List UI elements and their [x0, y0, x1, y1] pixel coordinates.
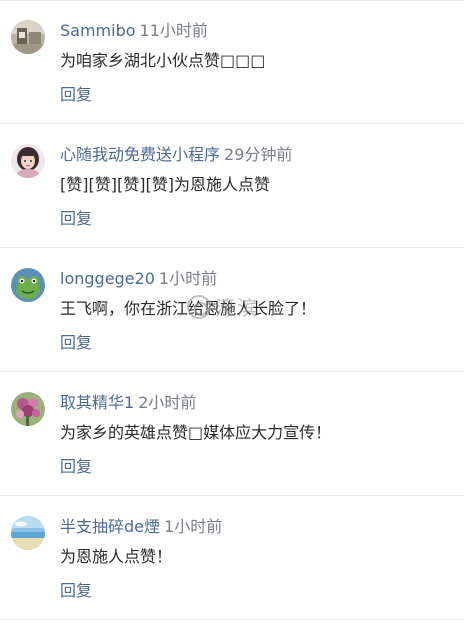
avatar[interactable]: [11, 144, 45, 178]
comment-meta: longgege20 1小时前: [60, 268, 217, 290]
comment-text: 王飞啊，你在浙江给恩施人长脸了！: [60, 299, 317, 318]
comment-time: 2小时前: [138, 393, 197, 412]
username-link[interactable]: 心随我动免费送小程序: [60, 145, 220, 164]
comment-text: 为恩施人点赞！: [60, 547, 173, 566]
reply-button[interactable]: 回复: [60, 84, 92, 106]
comment-item: 半支抽碎de煙 1小时前 为恩施人点赞！ 回复: [0, 496, 464, 620]
comment-time: 1小时前: [158, 269, 218, 288]
avatar[interactable]: [11, 268, 45, 302]
reply-button[interactable]: 回复: [60, 208, 92, 230]
reply-button[interactable]: 回复: [60, 332, 92, 354]
comment-time: 1小时前: [164, 517, 223, 536]
comment-meta: 取其精华1 2小时前: [60, 392, 196, 414]
comment-item: Sammibo 11小时前 为咱家乡湖北小伙点赞□□□ 回复: [0, 0, 464, 124]
comment-item: 心随我动免费送小程序 29分钟前 [赞][赞][赞][赞]为恩施人点赞 回复: [0, 124, 464, 248]
comment-meta: 心随我动免费送小程序 29分钟前: [60, 144, 292, 166]
comment-meta: 半支抽碎de煙 1小时前: [60, 516, 222, 538]
flower-bouquet-avatar-icon: [11, 392, 45, 426]
avatar[interactable]: [11, 516, 45, 550]
comment-item: longgege20 1小时前 王飞啊，你在浙江给恩施人长脸了！ 回复: [0, 248, 464, 372]
comment-text: [赞][赞][赞][赞]为恩施人点赞: [60, 175, 270, 194]
portrait-girl-avatar-icon: [11, 144, 45, 178]
landscape-photo-avatar-icon: [11, 20, 45, 54]
username-link[interactable]: longgege20: [60, 269, 155, 288]
comment-time: 29分钟前: [224, 145, 293, 164]
comment-text: 为家乡的英雄点赞□媒体应大力宣传！: [60, 423, 332, 442]
username-link[interactable]: 取其精华1: [60, 393, 134, 412]
comment-item: 取其精华1 2小时前 为家乡的英雄点赞□媒体应大力宣传！ 回复: [0, 372, 464, 496]
beach-sky-avatar-icon: [11, 516, 45, 550]
comment-meta: Sammibo 11小时前: [60, 20, 208, 42]
username-link[interactable]: 半支抽碎de煙: [60, 517, 160, 536]
comment-text: 为咱家乡湖北小伙点赞□□□: [60, 51, 266, 70]
comment-divider: [0, 619, 464, 620]
comment-time: 11小时前: [139, 21, 208, 40]
reply-button[interactable]: 回复: [60, 456, 92, 478]
avatar[interactable]: [11, 392, 45, 426]
username-link[interactable]: Sammibo: [60, 21, 136, 40]
green-frog-avatar-icon: [11, 268, 45, 302]
avatar[interactable]: [11, 20, 45, 54]
reply-button[interactable]: 回复: [60, 580, 92, 602]
